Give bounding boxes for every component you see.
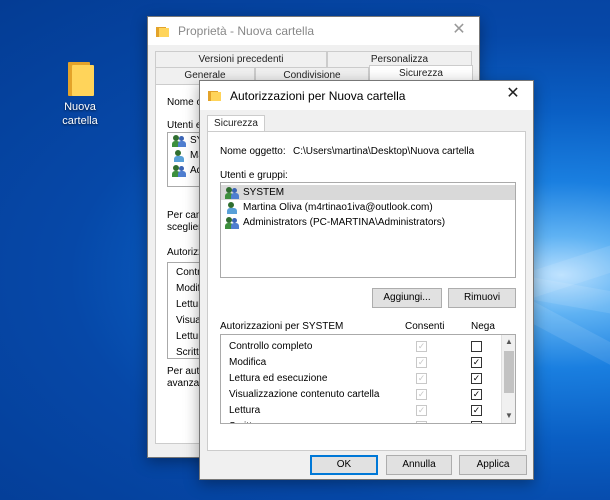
deny-header: Nega [471,321,495,332]
cancel-button[interactable]: Annulla [386,455,452,475]
user-row-martina[interactable]: Martina Oliva (m4rtinao1iva@outlook.com) [221,200,515,215]
users-group-icon [225,186,239,199]
user-icon [225,201,239,214]
object-label: Nome o [167,97,203,108]
permissions-for-label: Autorizzazioni per SYSTEM [220,321,344,332]
ok-button[interactable]: OK [310,455,378,475]
permissions-label: Autorizz [167,247,204,258]
folder-icon [66,62,94,96]
allow-checkbox[interactable]: ✓ [416,373,427,384]
permission-row: Controllo completo ✓ [221,339,501,355]
remove-button[interactable]: Rimuovi [448,288,516,308]
folder-icon [208,90,222,101]
users-groups-label: Utenti e gruppi: [220,170,288,181]
user-icon [172,149,186,162]
user-name: Martina Oliva (m4rtinao1iva@outlook.com) [243,202,433,213]
permissions-dialog: Autorizzazioni per Nuova cartella ✕ Sicu… [199,80,534,480]
close-icon[interactable]: ✕ [503,84,523,104]
permission-name: Modifica [229,357,267,368]
perm-item: Contr [176,267,201,278]
advanced-text-2: avanzat [167,378,203,389]
allow-checkbox[interactable]: ✓ [416,405,427,416]
permissions-list[interactable]: Controllo completo ✓ Modifica ✓ ✓ Lettura ed … [220,334,516,424]
deny-checkbox[interactable]: ✓ [471,389,482,400]
deny-checkbox[interactable]: ✓ [471,421,482,423]
permission-name: Lettura ed esecuzione [229,373,328,384]
allow-checkbox[interactable]: ✓ [416,421,427,423]
dialog-titlebar: Autorizzazioni per Nuova cartella ✕ [200,81,533,110]
close-icon[interactable]: ✕ [449,20,469,40]
users-label: Utenti e [167,120,202,131]
permission-row: Lettura ed esecuzione ✓ ✓ [221,371,501,387]
allow-checkbox[interactable]: ✓ [416,389,427,400]
desktop-folder-label: Nuova cartella [62,101,98,127]
tab-sicurezza[interactable]: Sicurezza [207,115,265,132]
object-name-label: Nome oggetto: [220,146,286,157]
desktop-folder-icon[interactable]: Nuova cartella [56,62,104,128]
add-button[interactable]: Aggiungi... [372,288,442,308]
permission-name: Controllo completo [229,341,313,352]
permission-row: Visualizzazione contenuto cartella ✓ ✓ [221,387,501,403]
user-row-administrators[interactable]: Administrators (PC-MARTINA\Administrator… [221,215,515,230]
permission-name: Lettura [229,405,261,416]
window-title: Proprietà - Nuova cartella [178,24,315,38]
deny-checkbox[interactable]: ✓ [471,405,482,416]
change-permissions-text-2: sceglier [167,222,202,233]
permission-row: Scrittura ✓ ✓ [221,419,501,423]
permission-row: Lettura ✓ ✓ [221,403,501,419]
users-group-icon [172,164,186,177]
apply-button[interactable]: Applica [459,455,527,475]
folder-icon [156,26,170,37]
scroll-thumb[interactable] [504,351,514,393]
perm-item: Lettur [176,331,202,342]
user-row-system[interactable]: SYSTEM [221,185,515,200]
allow-checkbox[interactable]: ✓ [416,341,427,352]
scroll-up-icon[interactable]: ▲ [502,335,515,349]
tab-versioni-precedenti[interactable]: Versioni precedenti [155,51,327,68]
perm-item: Scritt [176,347,199,358]
user-name: Administrators (PC-MARTINA\Administrator… [243,217,446,228]
permission-row: Modifica ✓ ✓ [221,355,501,371]
security-panel: Nome oggetto: C:\Users\martina\Desktop\N… [207,131,526,451]
scroll-down-icon[interactable]: ▼ [502,409,515,423]
deny-checkbox[interactable]: ✓ [471,373,482,384]
user-name: SYSTEM [243,187,285,198]
users-groups-list[interactable]: SYSTEM Martina Oliva (m4rtinao1iva@outlo… [220,182,516,278]
perm-item: Lettur [176,299,202,310]
permission-name: Visualizzazione contenuto cartella [229,389,380,400]
users-group-icon [225,216,239,229]
permission-name: Scrittura [229,421,266,423]
deny-checkbox[interactable] [471,341,482,352]
deny-checkbox[interactable]: ✓ [471,357,482,368]
object-path: C:\Users\martina\Desktop\Nuova cartella [293,146,475,157]
users-group-icon [172,134,186,147]
dialog-title: Autorizzazioni per Nuova cartella [230,88,406,103]
allow-header: Consenti [405,321,445,332]
allow-checkbox[interactable]: ✓ [416,357,427,368]
permissions-scrollbar[interactable]: ▲ ▼ [501,335,515,423]
properties-titlebar: Proprietà - Nuova cartella ✕ [148,17,479,45]
